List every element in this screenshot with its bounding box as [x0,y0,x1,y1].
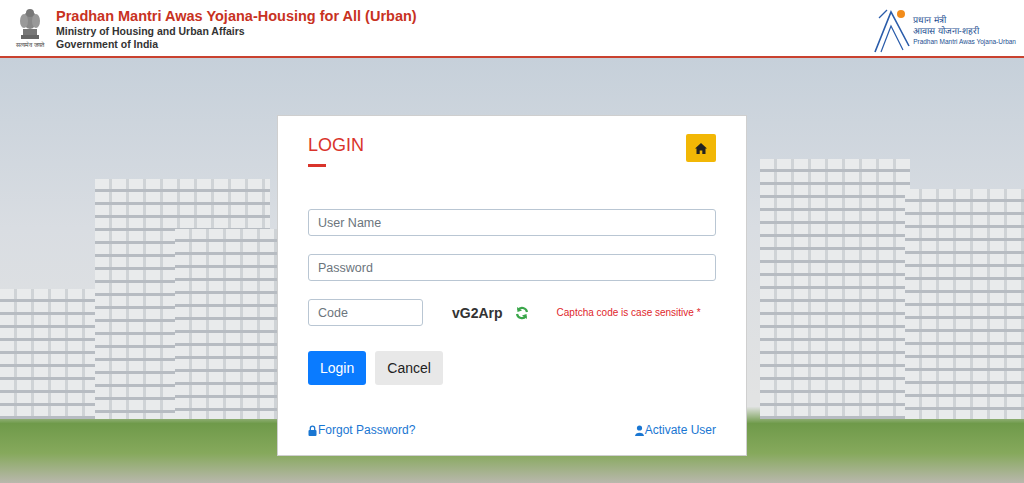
activate-user-link[interactable]: Activate User [635,423,716,437]
site-title: Pradhan Mantri Awas Yojana-Housing for A… [56,8,417,25]
building [175,229,285,419]
pmay-logo: प्रधान मंत्रीआवास योजना-शहरीPradhan Mant… [871,5,1016,55]
lock-icon [308,425,317,436]
login-card: LOGIN vG2Arp Captcha code is case sensitiv… [277,115,747,456]
link-text[interactable]: Activate User [645,423,716,437]
emblem: सत्यमेव जयते [12,5,48,48]
login-button[interactable]: Login [308,351,366,385]
header: सत्यमेव जयते Pradhan Mantri Awas Yojana-H… [0,0,1024,58]
national-emblem-icon [15,5,45,41]
home-button[interactable] [686,134,716,162]
logo-text-line: Pradhan Mantri Awas Yojana-Urban [913,37,1016,46]
logo-text: प्रधान मंत्रीआवास योजना-शहरीPradhan Mant… [913,15,1016,46]
ministry-name: Ministry of Housing and Urban Affairs [56,25,417,38]
password-input[interactable] [308,254,716,281]
refresh-icon[interactable] [515,306,529,320]
brand: सत्यमेव जयते Pradhan Mantri Awas Yojana-H… [12,5,417,51]
title-underline [308,164,326,167]
button-row: Login Cancel [308,351,716,385]
building [905,189,1024,419]
logo-text-line: आवास योजना-शहरी [913,26,979,37]
forgot-password-link[interactable]: Forgot Password? [308,423,415,437]
captcha-row: vG2Arp Captcha code is case sensitive * [308,299,716,326]
home-icon [695,143,707,154]
pmay-logo-icon [871,6,911,54]
building [0,289,95,419]
building [760,159,910,419]
user-icon [635,425,644,436]
captcha-code: vG2Arp [452,305,503,321]
username-input[interactable] [308,209,716,236]
login-title: LOGIN [308,134,364,156]
emblem-motto: सत्यमेव जयते [16,42,44,48]
login-heading: LOGIN [308,134,364,167]
link-row: Forgot Password? Activate User [308,423,716,437]
cancel-button[interactable]: Cancel [375,351,443,385]
captcha-input[interactable] [308,299,423,326]
background-photo: LOGIN vG2Arp Captcha code is case sensitiv… [0,58,1024,483]
header-titles: Pradhan Mantri Awas Yojana-Housing for A… [56,5,417,51]
link-text[interactable]: Forgot Password? [318,423,415,437]
logo-text-line: प्रधान मंत्री [913,15,946,26]
card-top: LOGIN [308,134,716,167]
captcha-note: Captcha code is case sensitive * [557,307,701,318]
government-name: Government of India [56,38,417,51]
